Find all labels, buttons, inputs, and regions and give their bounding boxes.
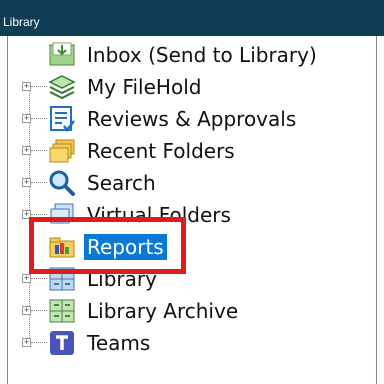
expand-toggle[interactable]: +	[22, 146, 31, 155]
tree-item-search[interactable]: + Search	[22, 168, 362, 198]
tree-item-label: Virtual Folders	[87, 203, 231, 227]
tree-branch-line	[31, 342, 47, 343]
tree-item-my-filehold[interactable]: + My FileHold	[22, 72, 362, 102]
tree-item-library[interactable]: + Library	[22, 264, 362, 294]
tree-item-label: Library Archive	[87, 299, 239, 323]
tree-branch-line	[31, 150, 47, 151]
reports-icon	[47, 233, 77, 261]
search-icon	[47, 169, 77, 197]
tree-item-reports[interactable]: Reports	[22, 232, 362, 262]
expand-toggle[interactable]: +	[22, 306, 31, 315]
expand-toggle[interactable]: +	[22, 82, 31, 91]
expand-toggle[interactable]: +	[22, 114, 31, 123]
inbox-icon	[47, 41, 77, 69]
archive-cabinet-icon	[47, 297, 77, 325]
tree-item-label: Search	[87, 171, 156, 195]
tree-item-library-archive[interactable]: + Library Archive	[22, 296, 362, 326]
tree-item-label: Inbox (Send to Library)	[87, 43, 317, 67]
folders-icon	[47, 137, 77, 165]
tree-branch-line	[31, 86, 47, 87]
tree-item-label: Library	[87, 267, 157, 291]
library-panel: Library Inbox (Send to Library) + My Fil…	[0, 0, 384, 384]
cabinet-icon	[47, 265, 77, 293]
expand-toggle[interactable]: +	[22, 274, 31, 283]
tree-branch-line	[31, 118, 47, 119]
panel-title: Library	[3, 15, 40, 29]
tree-branch-line	[31, 182, 47, 183]
tree-branch-line	[31, 278, 47, 279]
checklist-icon	[47, 105, 77, 133]
teams-icon	[47, 329, 77, 357]
tree-item-virtual-folders[interactable]: + Virtual Folders	[22, 200, 362, 230]
tree-item-reviews-approvals[interactable]: + Reviews & Approvals	[22, 104, 362, 134]
tree-item-inbox[interactable]: Inbox (Send to Library)	[22, 40, 362, 70]
tree-item-label: Reviews & Approvals	[87, 107, 297, 131]
expand-toggle[interactable]: +	[22, 338, 31, 347]
layers-icon	[47, 73, 77, 101]
tree-item-label: My FileHold	[87, 75, 202, 99]
tree-item-label: Reports	[84, 234, 167, 260]
tree-branch-line	[31, 214, 47, 215]
expand-toggle[interactable]: +	[22, 210, 31, 219]
virtual-folder-icon	[47, 201, 77, 229]
tree-item-teams[interactable]: + Teams	[22, 328, 362, 358]
tree-item-label: Teams	[87, 331, 151, 355]
tree-item-label: Recent Folders	[87, 139, 235, 163]
tree-item-recent-folders[interactable]: + Recent Folders	[22, 136, 362, 166]
expand-toggle[interactable]: +	[22, 178, 31, 187]
tree-branch-line	[31, 310, 47, 311]
panel-header: Library	[0, 0, 384, 36]
